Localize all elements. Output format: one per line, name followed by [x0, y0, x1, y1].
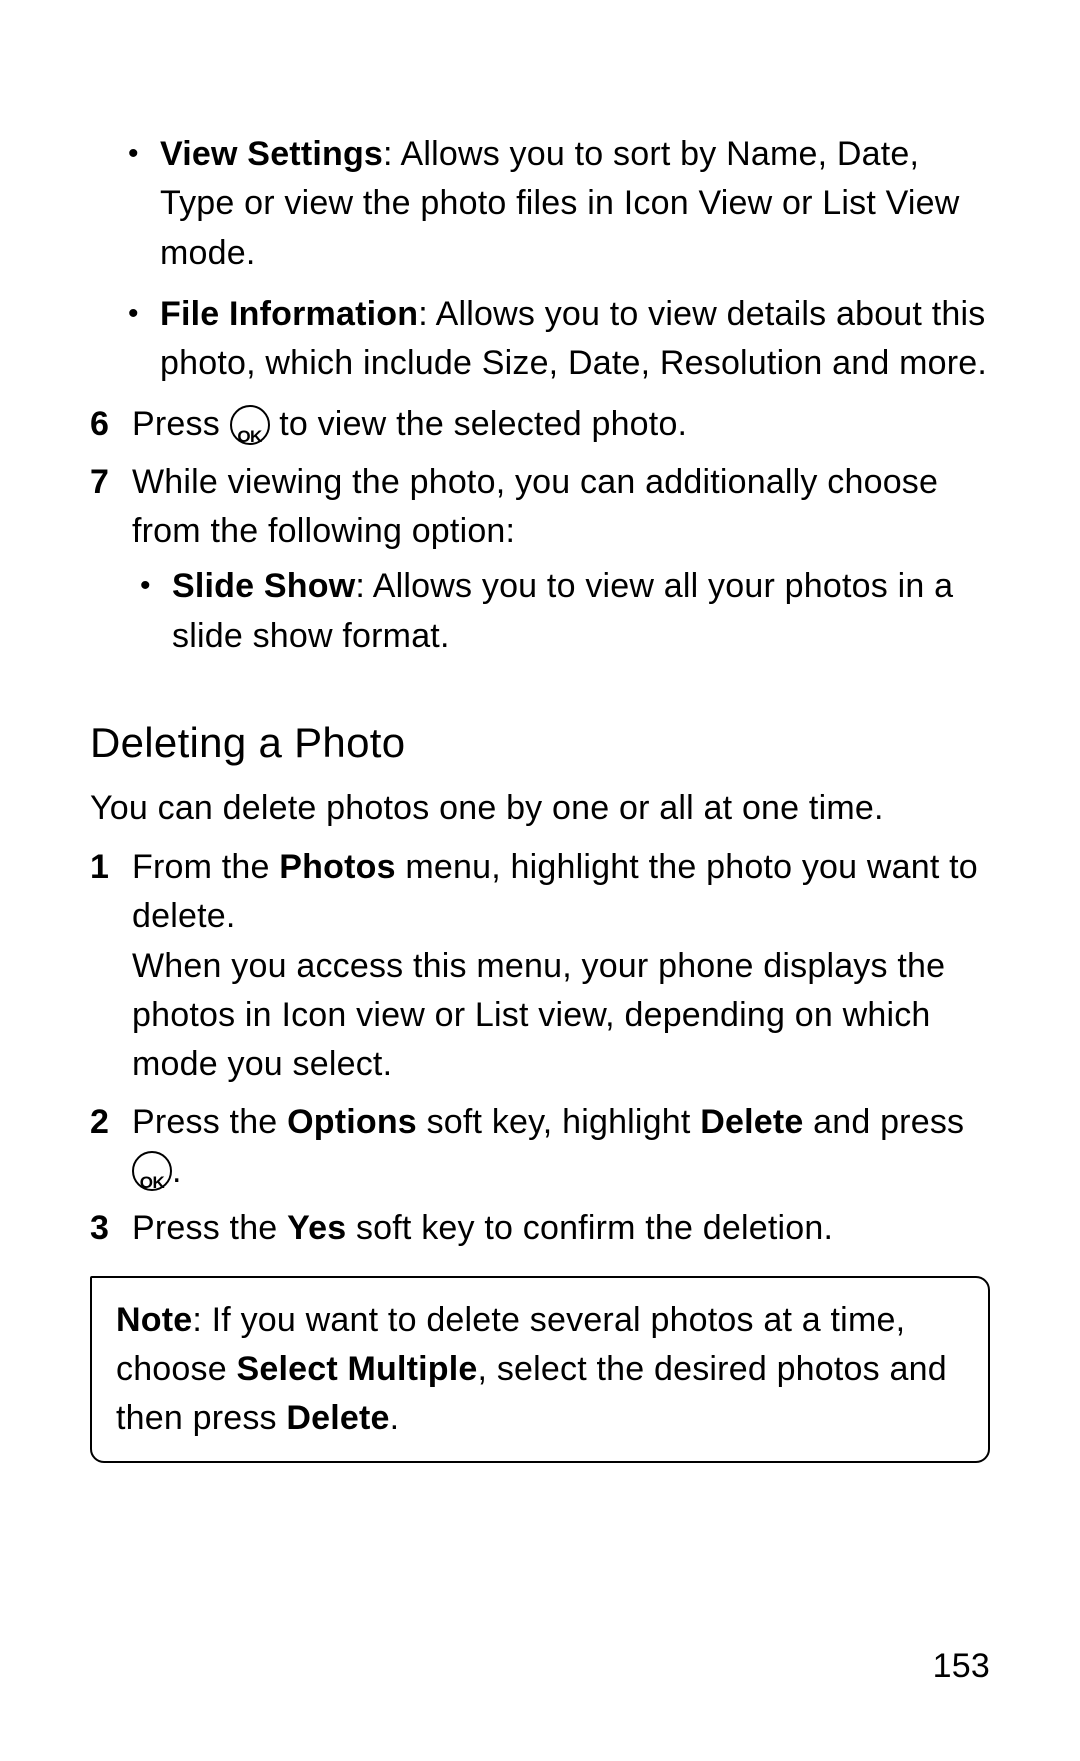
- deleting-steps: 1 From the Photos menu, highlight the ph…: [90, 843, 990, 1253]
- step-text: While viewing the photo, you can additio…: [132, 458, 990, 673]
- note-label: Note: [116, 1301, 192, 1339]
- step-6: 6 Press to view the selected photo.: [90, 400, 990, 449]
- options-bullet-list: View Settings: Allows you to sort by Nam…: [90, 130, 990, 388]
- bullet-label: View Settings: [160, 135, 383, 173]
- note-box: Note: If you want to delete several phot…: [90, 1276, 990, 1464]
- step-7: 7 While viewing the photo, you can addit…: [90, 458, 990, 673]
- ok-icon: [230, 405, 270, 445]
- manual-page: View Settings: Allows you to sort by Nam…: [0, 0, 1080, 1761]
- bullet-view-settings: View Settings: Allows you to sort by Nam…: [160, 130, 990, 278]
- section-heading-deleting-photo: Deleting a Photo: [90, 713, 990, 774]
- step-number: 6: [90, 400, 132, 449]
- step-number: 2: [90, 1098, 132, 1197]
- delete-step-3: 3 Press the Yes soft key to confirm the …: [90, 1204, 990, 1253]
- numbered-steps-top: 6 Press to view the selected photo. 7 Wh…: [90, 400, 990, 672]
- bullet-label: Slide Show: [172, 567, 355, 605]
- bullet-label: File Information: [160, 295, 418, 333]
- step-text: Press the Yes soft key to confirm the de…: [132, 1204, 990, 1253]
- section-intro: You can delete photos one by one or all …: [90, 784, 990, 833]
- step-number: 1: [90, 843, 132, 1089]
- step-7-sub-bullets: Slide Show: Allows you to view all your …: [132, 562, 990, 661]
- step-number: 7: [90, 458, 132, 673]
- step-text: Press the Options soft key, highlight De…: [132, 1098, 990, 1197]
- ok-icon: [132, 1151, 172, 1191]
- page-number: 153: [933, 1642, 990, 1691]
- bullet-file-information: File Information: Allows you to view det…: [160, 290, 990, 389]
- step-text: From the Photos menu, highlight the phot…: [132, 843, 990, 1089]
- bullet-slide-show: Slide Show: Allows you to view all your …: [172, 562, 990, 661]
- step-text: Press to view the selected photo.: [132, 400, 990, 449]
- delete-step-1: 1 From the Photos menu, highlight the ph…: [90, 843, 990, 1089]
- delete-step-2: 2 Press the Options soft key, highlight …: [90, 1098, 990, 1197]
- step-number: 3: [90, 1204, 132, 1253]
